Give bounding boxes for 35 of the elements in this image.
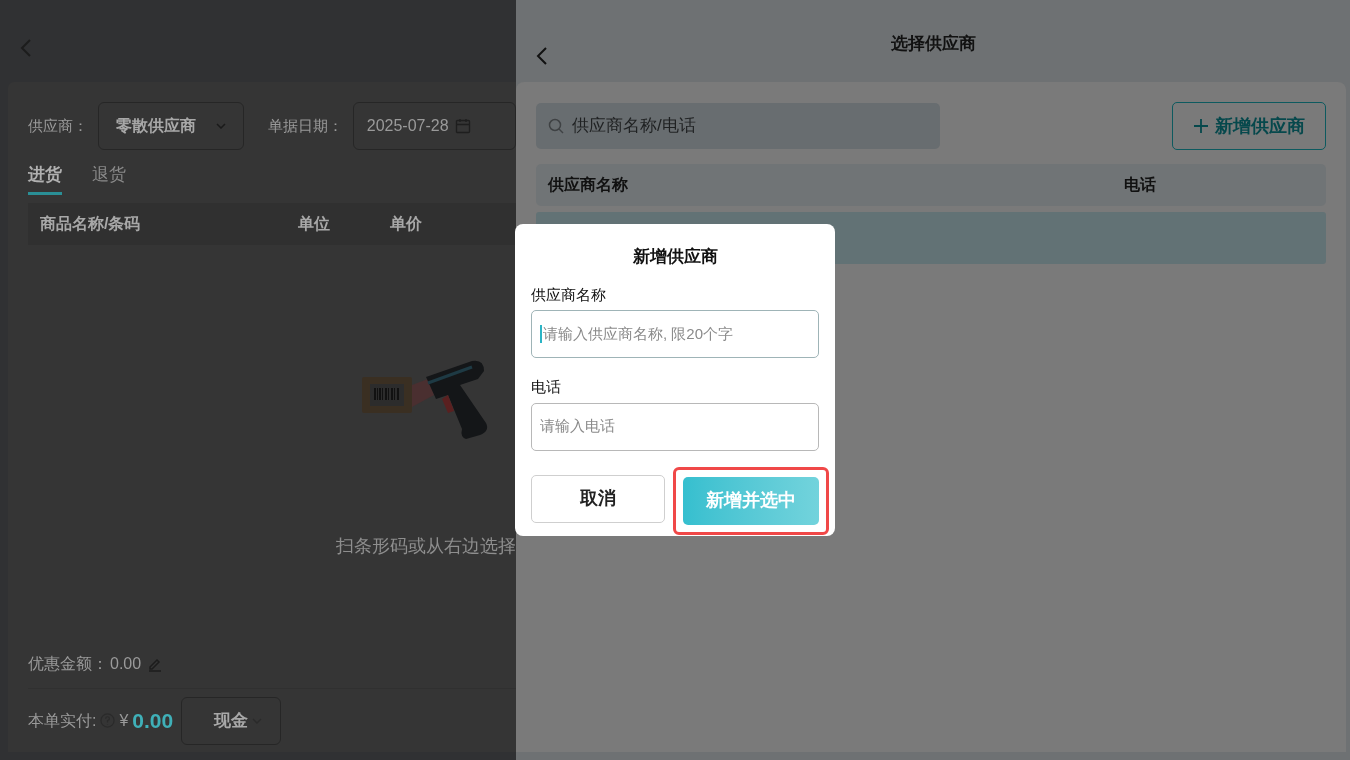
search-field[interactable]: 供应商名称/电话 (536, 103, 940, 149)
calendar-icon (454, 118, 471, 134)
back-icon[interactable] (536, 46, 548, 66)
text-input[interactable]: 请输入供应商名称, 限20个字 (543, 322, 810, 346)
panel-title: 选择供应商 (890, 33, 976, 56)
supplier-label: 供应商： (28, 115, 88, 136)
field-label: 电话 (531, 377, 562, 397)
plus-icon (1193, 118, 1209, 134)
dialog-title: 新增供应商 (632, 246, 718, 268)
payment-method-select[interactable]: 现金 (181, 696, 282, 745)
text-cursor (540, 325, 542, 343)
cancel-button[interactable]: 取消 (531, 474, 665, 523)
column-header: 单价 (390, 213, 423, 234)
text-input[interactable]: 请输入电话 (540, 415, 810, 438)
date-label: 单据日期： (267, 115, 343, 136)
column-header: 单位 (298, 213, 331, 234)
empty-hint: 扫条形码或从右边选择 (336, 534, 516, 558)
caret-icon (215, 123, 226, 129)
column-header: 电话 (1124, 175, 1156, 195)
discount-value: 0.00 (110, 653, 142, 674)
search-input[interactable]: 供应商名称/电话 (572, 113, 928, 139)
paid-label: 本单实付: (28, 710, 97, 731)
input-field[interactable]: 请输入电话 (531, 402, 819, 451)
input-field[interactable]: 请输入供应商名称, 限20个字 (531, 310, 819, 358)
date-field[interactable]: 2025-07-28 (352, 102, 516, 150)
tab[interactable]: 进货 (28, 162, 62, 195)
tab[interactable]: 退货 (92, 162, 126, 195)
column-header: 供应商名称 (548, 175, 629, 195)
field-label: 供应商名称 (531, 284, 607, 305)
discount-label: 优惠金额： (28, 653, 108, 674)
currency-symbol: ¥ (119, 710, 129, 731)
paid-amount: 0.00 (132, 707, 174, 734)
column-header: 商品名称/条码 (40, 213, 142, 234)
search-icon (548, 118, 564, 134)
supplier-select[interactable]: 零散供应商 (98, 102, 244, 150)
